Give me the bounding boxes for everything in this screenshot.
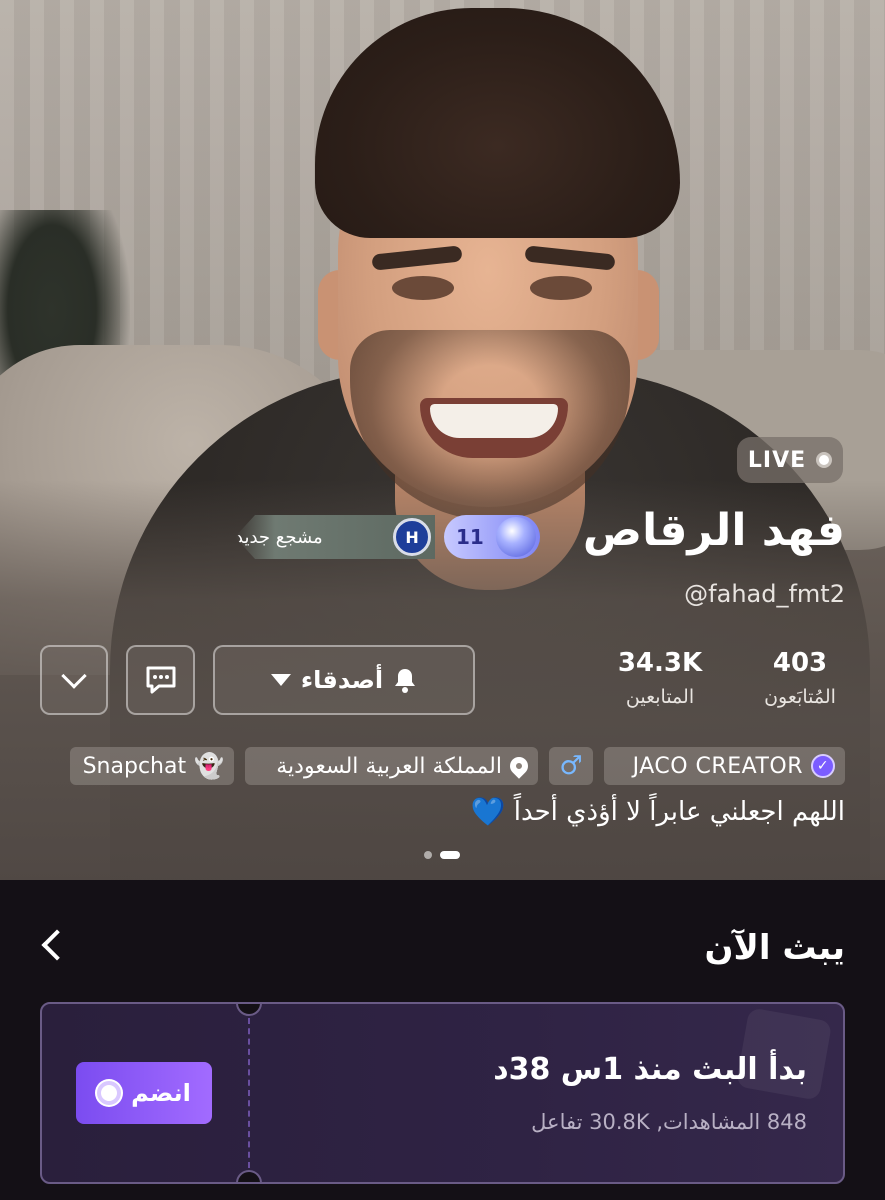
join-label: انضم	[131, 1079, 191, 1107]
stream-started: بدأ البث منذ 1س 38د	[493, 1052, 807, 1087]
following-stat[interactable]: 403 المُتابَعون	[755, 648, 845, 708]
blue-heart-icon: 💙	[470, 795, 506, 828]
followers-count: 34.3K	[617, 648, 703, 678]
pager-dot[interactable]	[424, 851, 432, 859]
live-dot-icon	[816, 452, 833, 468]
profile-hero: LIVE فهد الرقاص 11 مشجع جديد H @fahad_fm…	[0, 0, 885, 880]
tag-gender: ♂	[549, 747, 593, 785]
bio-text: اللهم اجعلني عابراً لا أؤذي أحداً	[513, 796, 845, 827]
profile-handle: @fahad_fmt2	[684, 580, 845, 608]
following-label: المُتابَعون	[764, 686, 836, 708]
live-stream-card[interactable]: بدأ البث منذ 1س 38د 848 المشاهدات, 30.8K…	[40, 1002, 845, 1184]
tag-country-label: المملكة العربية السعودية	[276, 753, 502, 779]
chevron-down-icon	[61, 663, 87, 689]
ticket-perforation	[248, 1018, 250, 1168]
live-now-title: يبث الآن	[704, 928, 845, 968]
stream-meta: 848 المشاهدات, 30.8K تفاعل	[531, 1110, 807, 1134]
level-number: 11	[456, 525, 484, 549]
caret-down-icon	[270, 674, 291, 686]
live-label: LIVE	[747, 447, 807, 473]
followers-stat[interactable]: 34.3K المتابعين	[600, 648, 720, 708]
record-icon	[97, 1081, 122, 1105]
person-eye-right	[530, 276, 592, 300]
live-badge[interactable]: LIVE	[737, 437, 843, 483]
club-crest-icon: H	[393, 518, 431, 556]
location-pin-icon	[506, 753, 532, 779]
ticket-notch-bottom	[236, 1170, 262, 1182]
join-button[interactable]: انضم	[76, 1062, 212, 1124]
male-icon: ♂	[559, 751, 583, 781]
person-eye-left	[392, 276, 454, 300]
level-badge[interactable]: 11	[444, 515, 540, 559]
bell-icon	[395, 669, 416, 693]
pager-dot-active[interactable]	[440, 851, 460, 859]
followers-label: المتابعين	[625, 686, 695, 708]
message-button[interactable]	[126, 645, 195, 715]
message-icon	[146, 666, 175, 694]
verified-icon: ✓	[811, 754, 835, 778]
friends-label: أصدقاء	[300, 666, 384, 694]
fan-badge-label: مشجع جديد	[235, 526, 323, 548]
profile-name: فهد الرقاص	[582, 505, 845, 556]
following-count: 403	[772, 648, 828, 678]
chevron-left-icon[interactable]	[41, 929, 73, 961]
person-teeth	[430, 404, 558, 438]
tag-jaco-creator[interactable]: ✓ JACO CREATOR	[604, 747, 845, 785]
snapchat-ghost-icon: 👻	[194, 752, 224, 780]
tag-snapchat-label: Snapchat	[82, 753, 187, 779]
more-button[interactable]	[40, 645, 108, 715]
friends-button[interactable]: أصدقاء	[213, 645, 475, 715]
tag-jaco-label: JACO CREATOR	[632, 753, 803, 779]
carousel-pager[interactable]	[424, 851, 460, 859]
ticket-notch-top	[236, 1004, 262, 1016]
level-gem-icon	[496, 517, 536, 557]
tag-snapchat[interactable]: 👻 Snapchat	[70, 747, 234, 785]
tag-country[interactable]: المملكة العربية السعودية	[245, 747, 538, 785]
fan-badge[interactable]: مشجع جديد H	[235, 515, 435, 559]
profile-bio: اللهم اجعلني عابراً لا أؤذي أحداً 💙	[471, 795, 845, 828]
